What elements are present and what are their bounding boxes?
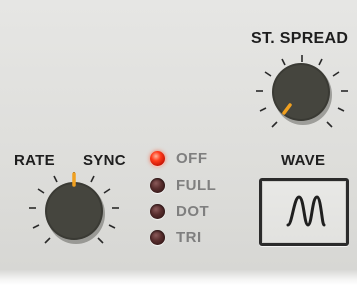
spread-label: ST. SPREAD	[251, 30, 349, 47]
led-indicator-on	[150, 151, 165, 166]
wave-button[interactable]	[259, 178, 349, 246]
sync-mode-tri[interactable]: TRI	[150, 229, 230, 247]
rate-label: RATE	[14, 152, 55, 169]
rate-knob[interactable]	[24, 168, 124, 254]
led-indicator-off	[150, 204, 165, 219]
sync-mode-label: DOT	[176, 203, 210, 220]
sync-mode-label: TRI	[176, 229, 202, 246]
sine-wave-icon	[286, 195, 326, 227]
sync-mode-label: OFF	[176, 150, 208, 167]
spread-knob[interactable]	[252, 50, 352, 140]
sync-label: SYNC	[83, 152, 126, 169]
wave-label: WAVE	[281, 152, 326, 169]
sync-mode-dot[interactable]: DOT	[150, 203, 230, 221]
led-indicator-off	[150, 230, 165, 245]
panel-bottom-edge	[0, 270, 357, 285]
sync-mode-label: FULL	[176, 177, 217, 194]
sync-mode-full[interactable]: FULL	[150, 177, 230, 195]
led-indicator-off	[150, 178, 165, 193]
sync-mode-off[interactable]: OFF	[150, 150, 230, 168]
